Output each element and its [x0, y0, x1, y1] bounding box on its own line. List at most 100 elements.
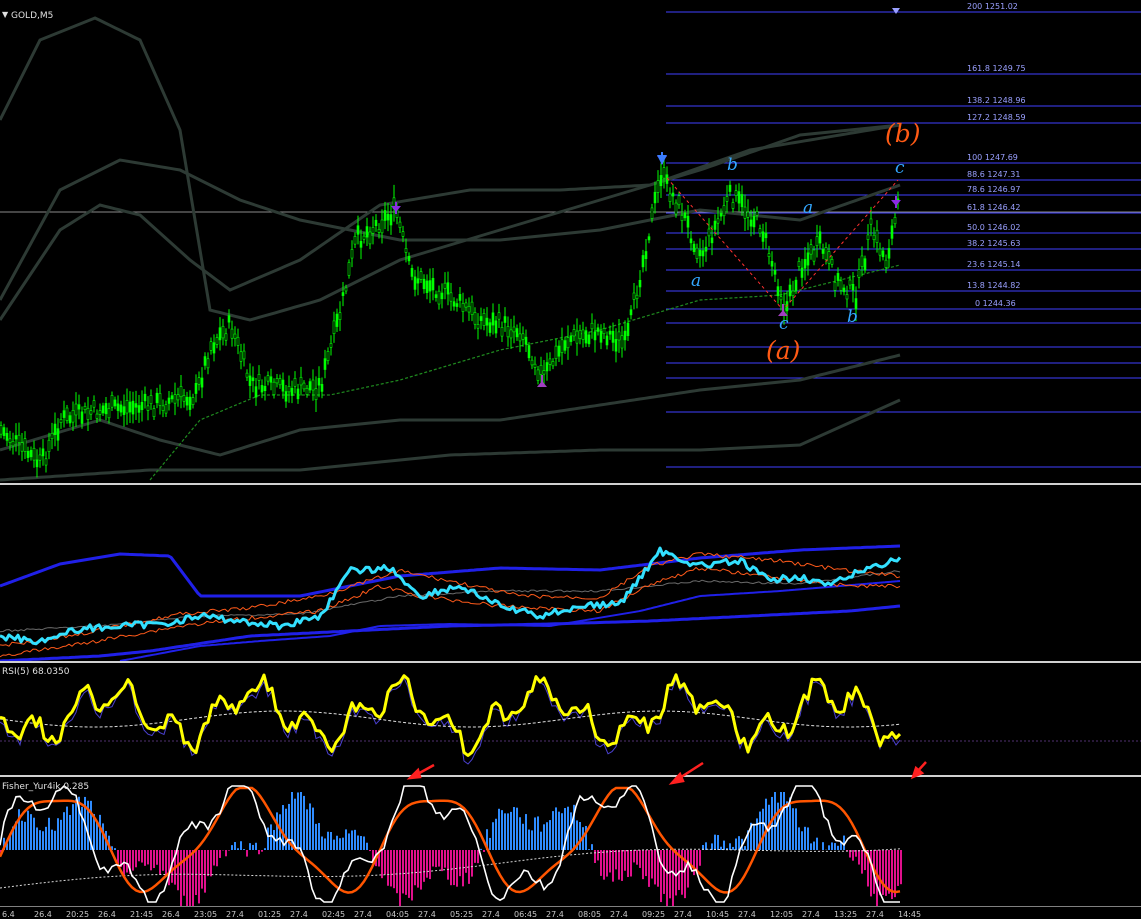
fisher-positive-bar [528, 830, 530, 850]
candle-body [831, 259, 833, 264]
fisher-positive-bar [69, 815, 71, 850]
fisher-negative-bar [189, 850, 191, 906]
fisher-positive-bar [774, 792, 776, 850]
fisher-positive-bar [510, 812, 512, 850]
fib-level-label: 200 1251.02 [967, 2, 1018, 11]
time-axis-label: 04:05 [386, 910, 409, 919]
candle-body [432, 278, 434, 290]
candle-body [864, 259, 866, 271]
candle-body [114, 400, 116, 406]
candle-body [504, 317, 506, 323]
fisher-positive-bar [489, 838, 491, 850]
candle-body [339, 313, 341, 320]
candle-body [732, 203, 734, 209]
candle-body [288, 386, 290, 392]
candle-body [69, 416, 71, 423]
fib-level-label: 50.0 1246.02 [967, 223, 1020, 232]
candle-body [369, 232, 371, 244]
candle-body [147, 406, 149, 411]
candle-body [663, 168, 665, 178]
pane-separator[interactable] [0, 661, 1141, 663]
fisher-negative-bar [153, 850, 155, 868]
symbol-dropdown-icon[interactable]: ▼ [2, 10, 8, 19]
candle-body [6, 433, 8, 440]
fisher-positive-bar [48, 818, 50, 850]
candle-body [474, 312, 476, 324]
fisher-positive-bar [240, 841, 242, 850]
candle-body [675, 203, 677, 214]
candle-body [477, 324, 479, 328]
candle-body [708, 229, 710, 236]
fisher-positive-bar [342, 838, 344, 850]
fisher-positive-bar [783, 792, 785, 850]
fib-anchor-icon [892, 8, 900, 14]
fisher-positive-bar [552, 811, 554, 850]
fisher-negative-bar [210, 850, 212, 876]
candle-body [72, 410, 74, 422]
fisher-negative-bar [465, 850, 467, 873]
candle-body [294, 378, 296, 386]
fisher-positive-bar [270, 824, 272, 850]
time-axis-label: 01:25 [258, 910, 281, 919]
fisher-positive-bar [798, 827, 800, 850]
fisher-positive-bar [756, 818, 758, 850]
fisher-negative-bar [429, 850, 431, 879]
main-price-pane[interactable]: ▼ GOLD,M5 200 1251.02161.8 1249.75138.2 … [0, 0, 1141, 483]
candle-body [609, 331, 611, 334]
fisher-positive-bar [792, 808, 794, 850]
fisher-negative-bar [402, 850, 404, 893]
candle-body [390, 215, 392, 225]
fisher-positive-bar [303, 796, 305, 850]
candle-body [48, 440, 50, 451]
fisher-pane[interactable]: Fisher_Yur4ik 0.285 [0, 778, 1141, 906]
fisher-negative-bar [675, 850, 677, 895]
candle-body [153, 409, 155, 417]
fib-level-label: 161.8 1249.75 [967, 64, 1026, 73]
candle-body [297, 389, 299, 399]
rsi-pane[interactable]: RSI(5) 68.0350 [0, 664, 1141, 775]
fisher-negative-bar [183, 850, 185, 896]
candle-body [426, 281, 428, 293]
candle-body [423, 279, 425, 289]
pane-separator[interactable] [0, 483, 1141, 485]
time-axis-label: 27.4 [546, 910, 564, 919]
fisher-negative-bar [453, 850, 455, 885]
candle-body [870, 219, 872, 224]
candle-body [816, 237, 818, 246]
candle-body [621, 336, 623, 348]
candle-body [216, 338, 218, 345]
candle-body [819, 232, 821, 243]
candle-body [444, 283, 446, 288]
candle-body [381, 220, 383, 233]
fisher-positive-bar [516, 808, 518, 850]
candle-body [183, 395, 185, 401]
fisher-negative-bar [621, 850, 623, 881]
pane-separator[interactable] [0, 775, 1141, 777]
candle-body [483, 313, 485, 325]
fisher-positive-bar [810, 843, 812, 850]
candle-body [615, 339, 617, 351]
candle-body [813, 250, 815, 261]
rsi-yellow-line [0, 675, 900, 756]
candle-body [12, 441, 14, 446]
fisher-negative-bar [447, 850, 449, 880]
fisher-negative-bar [438, 850, 440, 867]
candle-body [693, 244, 695, 252]
candle-body [597, 328, 599, 332]
fisher-positive-bar [345, 829, 347, 850]
fisher-positive-bar [831, 842, 833, 850]
bands-indicator-pane[interactable] [0, 486, 1141, 661]
fisher-positive-bar [714, 835, 716, 850]
fisher-negative-bar [444, 850, 446, 868]
fisher-positive-bar [306, 809, 308, 850]
fisher-negative-bar [666, 850, 668, 906]
candle-body [672, 193, 674, 196]
candle-body [372, 227, 374, 233]
candle-body [555, 346, 557, 359]
candle-body [222, 326, 224, 338]
cyan-price-line [0, 548, 900, 644]
fisher-positive-bar [75, 799, 77, 850]
candle-body [375, 220, 377, 225]
candle-body [78, 405, 80, 410]
fisher-positive-bar [267, 828, 269, 850]
